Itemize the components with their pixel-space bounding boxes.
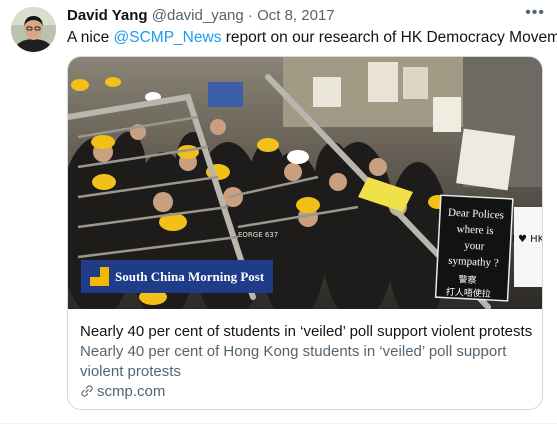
handle[interactable]: @david_yang [152,7,244,24]
divider [0,423,557,424]
card-title[interactable]: Nearly 40 per cent of students in ‘veile… [80,322,532,342]
tweet[interactable]: David Yang @david_yang · Oct 8, 2017 •••… [0,0,557,427]
card-domain-text: scmp.com [97,383,166,400]
tweet-text-prefix: A nice [67,29,114,46]
link-icon [81,385,93,397]
mention-link[interactable]: @SCMP_News [114,29,222,46]
tweet-text-suffix: report on our research of HK Democracy M… [221,29,557,46]
card-image[interactable]: Dear Polices where is your sympathy ? 警察… [68,57,542,322]
badge-text: EORGE 637 [238,231,278,239]
avatar[interactable] [11,7,56,52]
display-name[interactable]: David Yang [67,7,148,24]
sign-line-2: your [464,240,485,253]
card-domain[interactable]: scmp.com [80,382,165,402]
separator: · [247,7,253,24]
more-icon[interactable]: ••• [525,4,545,22]
tweet-text: A nice @SCMP_News report on our research… [67,28,557,48]
card-description[interactable]: Nearly 40 per cent of Hong Kong students… [80,342,530,382]
link-card[interactable]: Dear Polices where is your sympathy ? 警察… [67,56,543,410]
tweet-header: David Yang @david_yang · Oct 8, 2017 [67,6,335,26]
tweet-date[interactable]: Oct 8, 2017 [257,7,335,24]
sign-line-1: where is [456,223,494,237]
sign-cjk: 警察 [458,273,477,286]
side-sign: I ♥ HK [512,234,542,245]
scmp-logo-text: South China Morning Post [115,269,265,284]
